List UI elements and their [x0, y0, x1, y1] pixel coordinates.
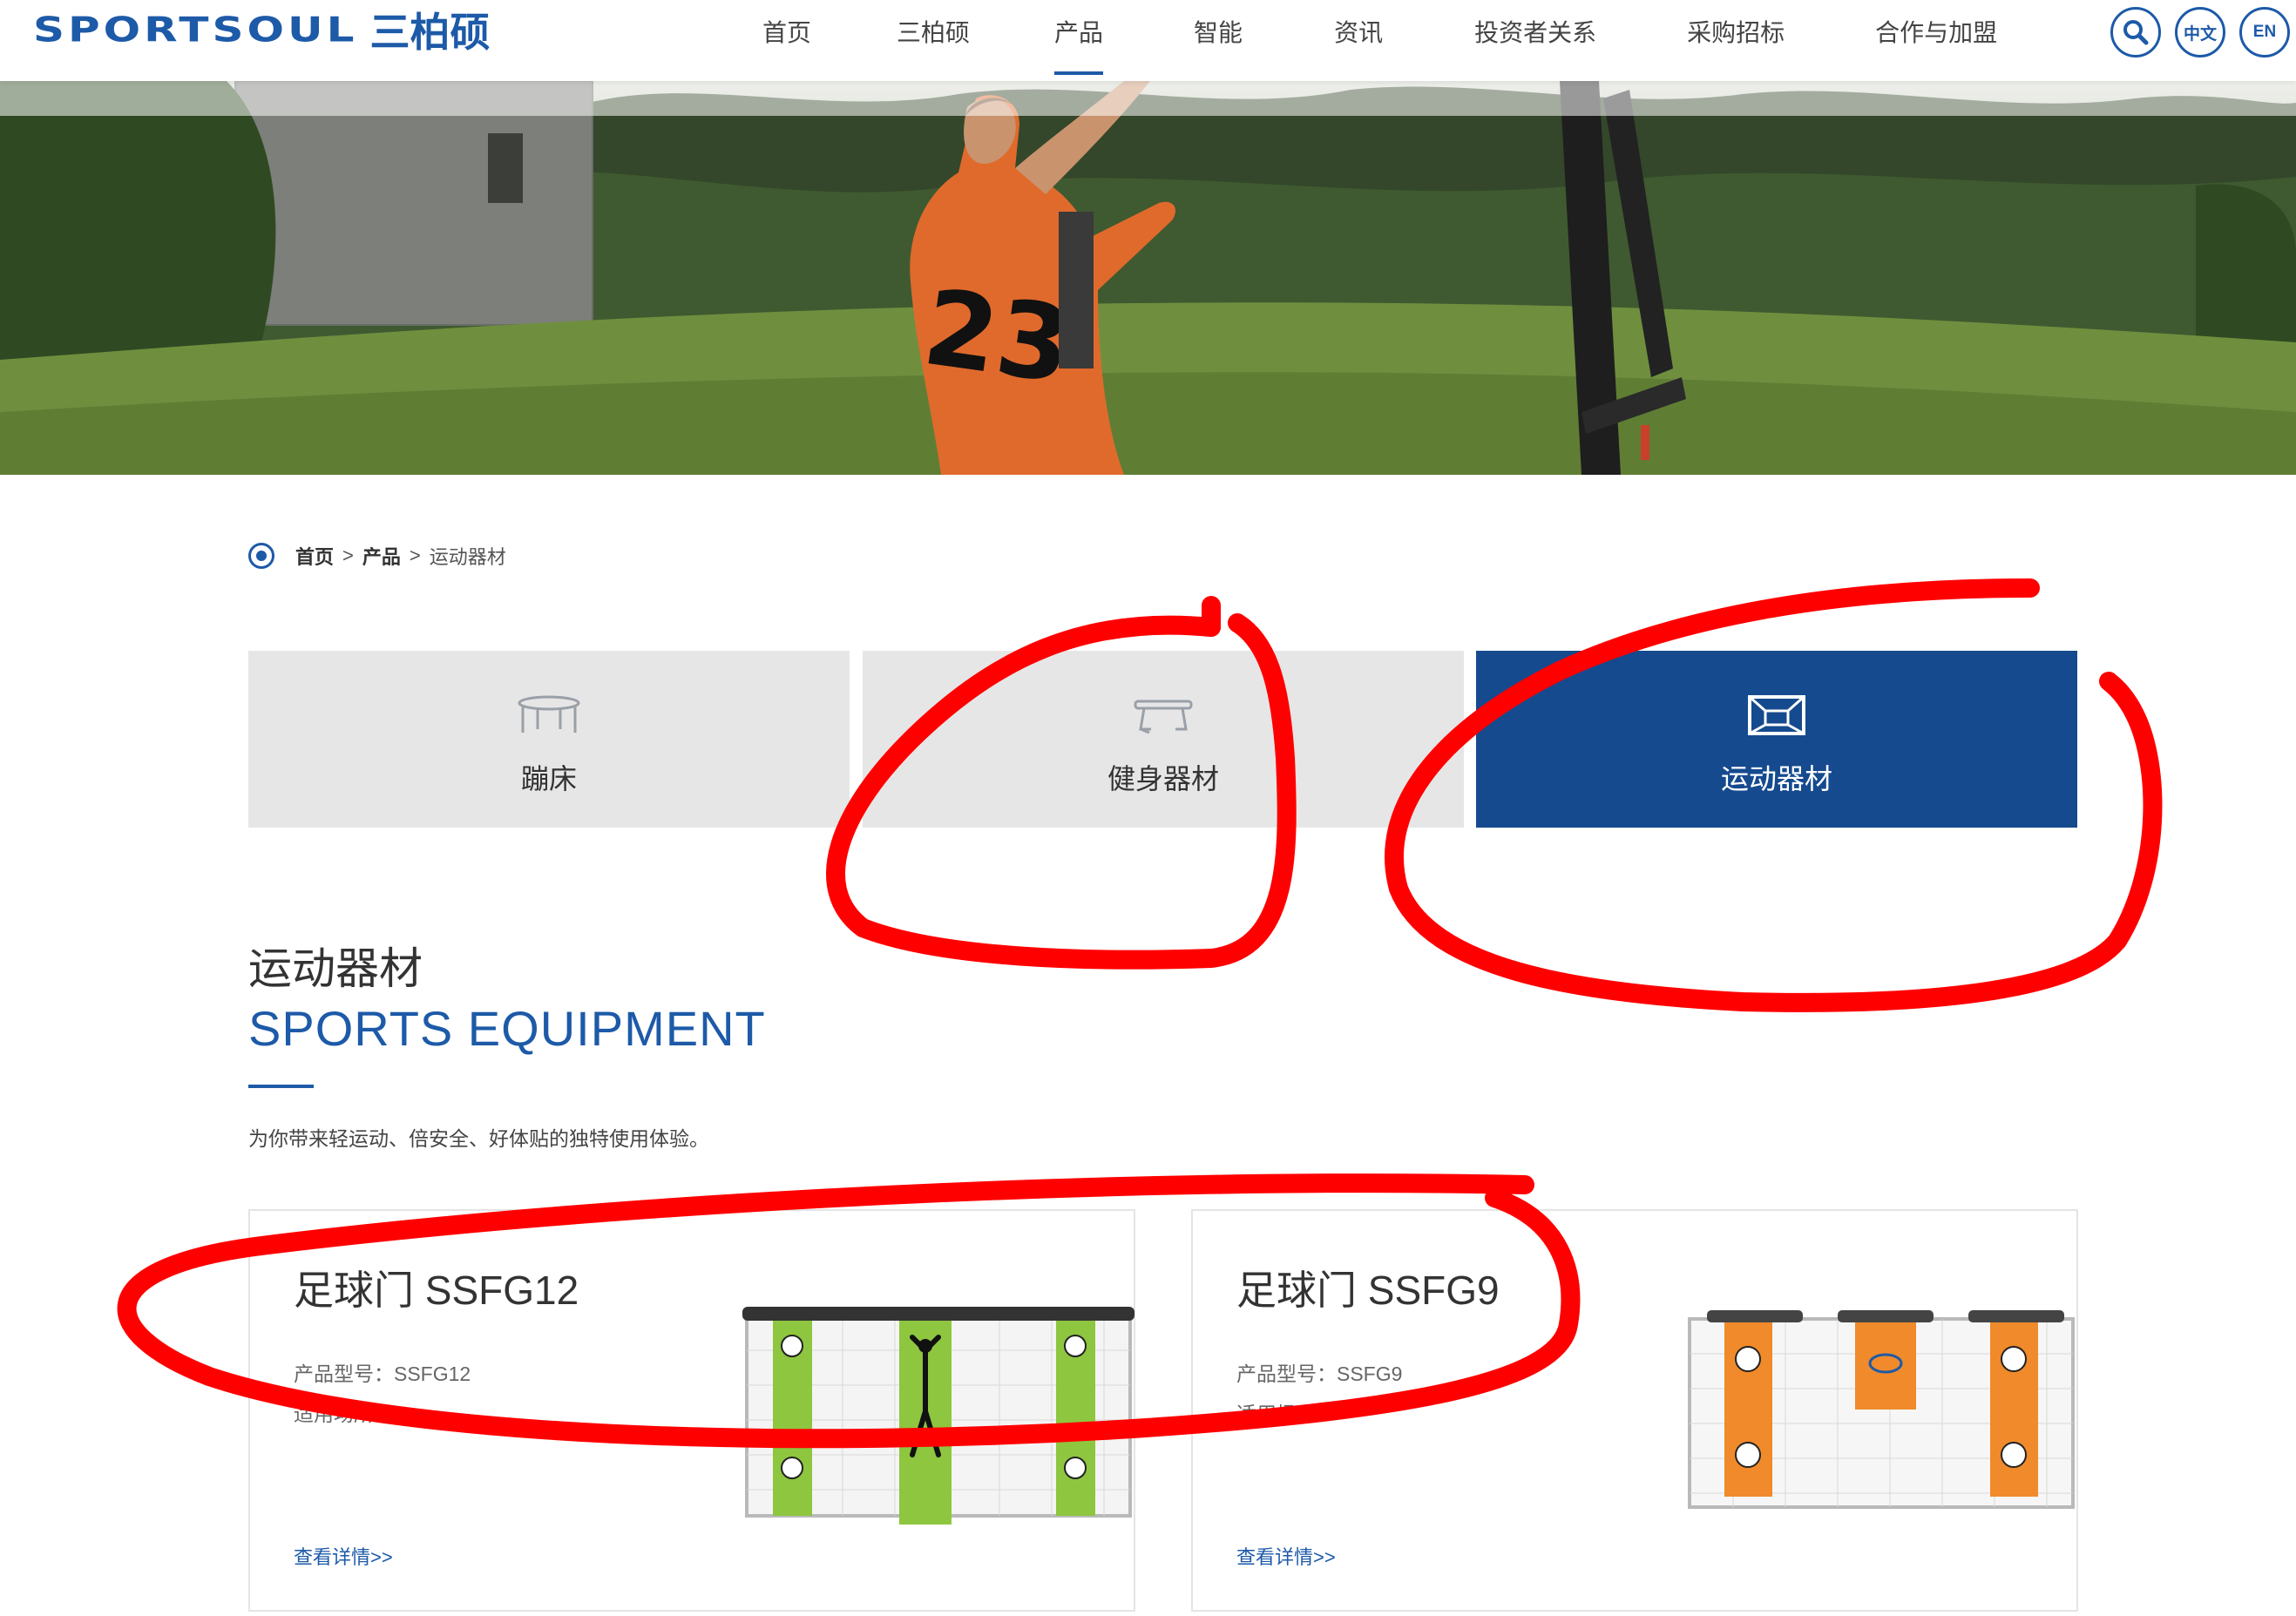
breadcrumb-separator: > — [409, 544, 421, 566]
banner-image: 23 — [0, 81, 2296, 475]
header-actions: 中文 EN — [2110, 7, 2296, 57]
product-venue: 适用场所： — [294, 1397, 394, 1427]
logo-text-cn: 三柏硕 — [369, 9, 491, 56]
nav-item-smart[interactable]: 智能 — [1194, 0, 1243, 66]
svg-text:23: 23 — [917, 267, 1078, 408]
product-image-goal-green — [742, 1307, 1134, 1525]
category-label: 蹦床 — [520, 763, 577, 794]
product-venue-label: 适用场所： — [1236, 1403, 1337, 1425]
breadcrumb-current: 运动器材 — [429, 546, 506, 568]
product-model: 产品型号：SSFG9 — [1236, 1357, 1402, 1387]
product-model-label: 产品型号： — [1236, 1362, 1337, 1385]
breadcrumb-products[interactable]: 产品 — [362, 542, 401, 570]
product-card[interactable]: 足球门 SSFG9 产品型号：SSFG9 适用场所： 查看详情>> — [1191, 1209, 2078, 1612]
location-icon — [248, 543, 274, 569]
product-venue: 适用场所： — [1236, 1397, 1337, 1427]
product-card[interactable]: 足球门 SSFG12 产品型号：SSFG12 适用场所： 查看详情>> — [248, 1209, 1135, 1612]
bench-icon — [1130, 689, 1196, 741]
product-model: 产品型号：SSFG12 — [294, 1357, 471, 1387]
category-tab-trampoline[interactable]: 蹦床 — [248, 651, 850, 828]
category-label: 运动器材 — [1720, 763, 1832, 794]
section-description: 为你带来轻运动、倍安全、好体贴的独特使用体验。 — [248, 1127, 709, 1150]
nav-item-company[interactable]: 三柏硕 — [897, 0, 970, 66]
product-model-value: SSFG12 — [394, 1362, 471, 1385]
breadcrumb-home[interactable]: 首页 — [295, 542, 334, 570]
category-tab-fitness[interactable]: 健身器材 — [863, 651, 1464, 828]
nav-item-investor[interactable]: 投资者关系 — [1474, 0, 1596, 66]
category-tab-sports[interactable]: 运动器材 — [1476, 651, 2077, 828]
product-model-label: 产品型号： — [294, 1362, 394, 1385]
goal-icon — [1746, 689, 1807, 741]
search-button[interactable] — [2110, 7, 2161, 57]
nav-item-partnership[interactable]: 合作与加盟 — [1875, 0, 1997, 66]
product-image-goal-orange — [1688, 1310, 2075, 1509]
product-model-value: SSFG9 — [1337, 1362, 1403, 1385]
view-details-link[interactable]: 查看详情>> — [294, 1542, 393, 1570]
breadcrumb-separator: > — [342, 544, 354, 566]
site-header: SPORTSOUL 三柏硕 首页 三柏硕 产品 智能 资讯 投资者关系 采购招标… — [0, 0, 2296, 81]
lang-en-button[interactable]: EN — [2239, 7, 2290, 57]
nav-item-procurement[interactable]: 采购招标 — [1687, 0, 1785, 66]
nav-item-home[interactable]: 首页 — [762, 0, 811, 66]
section-title-en: SPORTS EQUIPMENT — [248, 1001, 766, 1056]
section-divider — [248, 1085, 314, 1088]
logo-text-en: SPORTSOUL — [33, 10, 358, 50]
breadcrumb: 首页 > 产品 > 运动器材 — [248, 542, 506, 570]
view-details-link[interactable]: 查看详情>> — [1236, 1542, 1336, 1570]
main-nav: 首页 三柏硕 产品 智能 资讯 投资者关系 采购招标 合作与加盟 — [723, 0, 1997, 81]
trampoline-icon — [516, 689, 582, 741]
logo[interactable]: SPORTSOUL 三柏硕 — [33, 7, 491, 56]
product-title[interactable]: 足球门 SSFG9 — [1236, 1259, 1500, 1316]
hero-banner: 23 — [0, 81, 2296, 475]
nav-item-products[interactable]: 产品 — [1054, 0, 1104, 75]
category-label: 健身器材 — [1107, 763, 1219, 794]
search-icon — [2123, 20, 2149, 45]
lang-cn-button[interactable]: 中文 — [2175, 7, 2225, 57]
product-title[interactable]: 足球门 SSFG12 — [294, 1259, 579, 1316]
section-title-cn: 运动器材 — [248, 944, 423, 993]
nav-item-news[interactable]: 资讯 — [1334, 0, 1383, 66]
product-venue-label: 适用场所： — [294, 1403, 394, 1425]
